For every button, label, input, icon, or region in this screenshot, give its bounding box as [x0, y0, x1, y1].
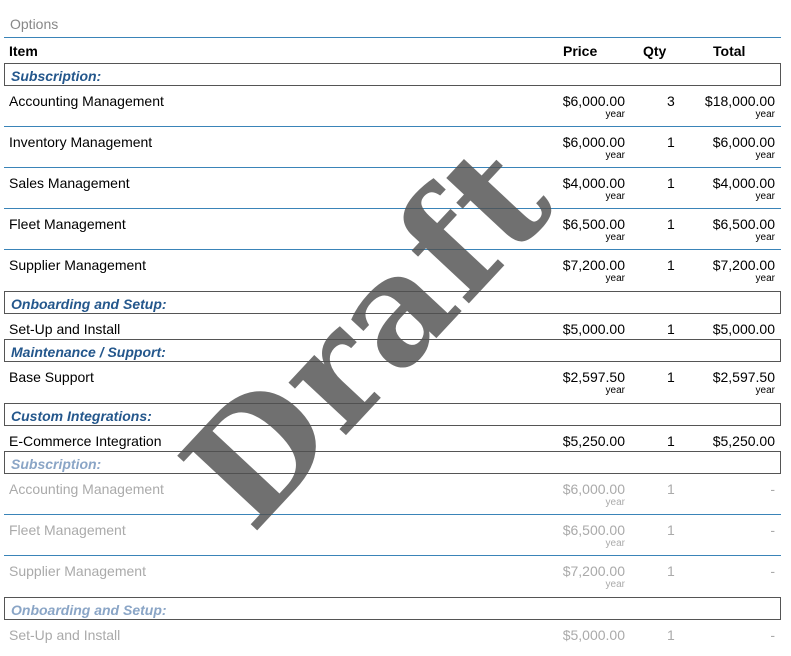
line-item-row: Base Support $2,597.50 year 1 $2,597.50 year	[4, 362, 781, 403]
category-row: Onboarding and Setup:	[4, 291, 781, 314]
total-unit: year	[755, 385, 775, 396]
item-price: $6,000.00	[562, 134, 625, 150]
item-name: Fleet Management	[9, 216, 126, 232]
price-unit: year	[605, 232, 625, 243]
item-qty: 1	[667, 134, 675, 150]
item-price: $7,200.00	[562, 563, 625, 579]
header-total: Total	[713, 43, 746, 59]
line-item-row: Set-Up and Install $5,000.00 1 -	[4, 620, 781, 645]
item-total: $6,500.00	[712, 216, 775, 232]
item-name: Accounting Management	[9, 93, 164, 109]
line-item-row: E-Commerce Integration $5,250.00 1 $5,250.0…	[4, 426, 781, 451]
category-row: Onboarding and Setup:	[4, 597, 781, 620]
item-name: Sales Management	[9, 175, 130, 191]
item-qty: 1	[667, 433, 675, 449]
total-unit: year	[755, 109, 775, 120]
item-total: -	[770, 627, 775, 643]
line-item-row: Fleet Management $6,500.00 year 1 -	[4, 515, 781, 556]
category-label: Onboarding and Setup:	[11, 602, 167, 618]
price-unit: year	[605, 385, 625, 396]
item-qty: 1	[667, 369, 675, 385]
item-name: Base Support	[9, 369, 94, 385]
price-unit: year	[605, 191, 625, 202]
category-row: Subscription:	[4, 63, 781, 86]
table-header: Item Price Qty Total	[4, 37, 781, 63]
line-item-row: Accounting Management $6,000.00 year 1 -	[4, 474, 781, 515]
category-label: Subscription:	[11, 456, 102, 472]
item-name: Accounting Management	[9, 481, 164, 497]
category-row: Custom Integrations:	[4, 403, 781, 426]
category-label: Onboarding and Setup:	[11, 296, 167, 312]
item-price: $5,000.00	[562, 321, 625, 337]
price-unit: year	[605, 150, 625, 161]
header-item: Item	[9, 43, 38, 59]
item-price: $5,250.00	[562, 433, 625, 449]
item-name: Supplier Management	[9, 257, 146, 273]
category-label: Subscription:	[11, 68, 102, 84]
item-name: Fleet Management	[9, 522, 126, 538]
total-unit: year	[755, 150, 775, 161]
price-unit: year	[605, 497, 625, 508]
item-qty: 1	[667, 321, 675, 337]
item-price: $4,000.00	[562, 175, 625, 191]
price-unit: year	[605, 579, 625, 590]
options-label: Options	[10, 16, 59, 32]
category-row: Maintenance / Support:	[4, 339, 781, 362]
item-name: Set-Up and Install	[9, 321, 121, 337]
item-qty: 1	[667, 563, 675, 579]
item-total: $2,597.50	[712, 369, 775, 385]
line-item-row: Accounting Management $6,000.00 year 3 $18,0…	[4, 86, 781, 127]
item-price: $6,000.00	[562, 481, 625, 497]
item-price: $5,000.00	[562, 627, 625, 643]
line-item-row: Fleet Management $6,500.00 year 1 $6,500.00 y…	[4, 209, 781, 250]
line-item-row: Inventory Management $6,000.00 year 1 $6,000…	[4, 127, 781, 168]
header-qty: Qty	[643, 43, 667, 59]
item-total: $4,000.00	[712, 175, 775, 191]
item-total: $5,250.00	[712, 433, 775, 449]
item-qty: 1	[667, 175, 675, 191]
total-unit: year	[755, 273, 775, 284]
item-total: $6,000.00	[712, 134, 775, 150]
table-body: Subscription: Accounting Management $6,000…	[4, 63, 781, 645]
item-qty: 1	[667, 257, 675, 273]
line-item-row: Set-Up and Install $5,000.00 1 $5,000.00	[4, 314, 781, 339]
line-item-row: Supplier Management $7,200.00 year 1 $7,200.…	[4, 250, 781, 291]
item-name: Supplier Management	[9, 563, 146, 579]
price-unit: year	[605, 273, 625, 284]
item-qty: 1	[667, 522, 675, 538]
item-total: -	[770, 522, 775, 538]
item-price: $2,597.50	[562, 369, 625, 385]
line-item-row: Sales Management $4,000.00 year 1 $4,000.00 y…	[4, 168, 781, 209]
price-unit: year	[605, 538, 625, 549]
item-price: $6,500.00	[562, 522, 625, 538]
total-unit: year	[755, 232, 775, 243]
item-price: $6,000.00	[562, 93, 625, 109]
item-qty: 1	[667, 627, 675, 643]
item-name: E-Commerce Integration	[9, 433, 162, 449]
item-price: $7,200.00	[562, 257, 625, 273]
item-qty: 3	[667, 93, 675, 109]
header-price: Price	[563, 43, 598, 59]
total-unit: year	[755, 191, 775, 202]
category-row: Subscription:	[4, 451, 781, 474]
item-name: Set-Up and Install	[9, 627, 121, 643]
item-qty: 1	[667, 216, 675, 232]
category-label: Maintenance / Support:	[11, 344, 166, 360]
category-label: Custom Integrations:	[11, 408, 152, 424]
item-total: -	[770, 481, 775, 497]
item-name: Inventory Management	[9, 134, 153, 150]
line-items-table: Item Price Qty Total Subscription: Accoun…	[4, 37, 781, 645]
price-unit: year	[605, 109, 625, 120]
line-item-row: Supplier Management $7,200.00 year 1 -	[4, 556, 781, 597]
item-total: $5,000.00	[712, 321, 775, 337]
item-total: $7,200.00	[712, 257, 775, 273]
item-total: $18,000.00	[704, 93, 775, 109]
item-price: $6,500.00	[562, 216, 625, 232]
item-qty: 1	[667, 481, 675, 497]
item-total: -	[770, 563, 775, 579]
